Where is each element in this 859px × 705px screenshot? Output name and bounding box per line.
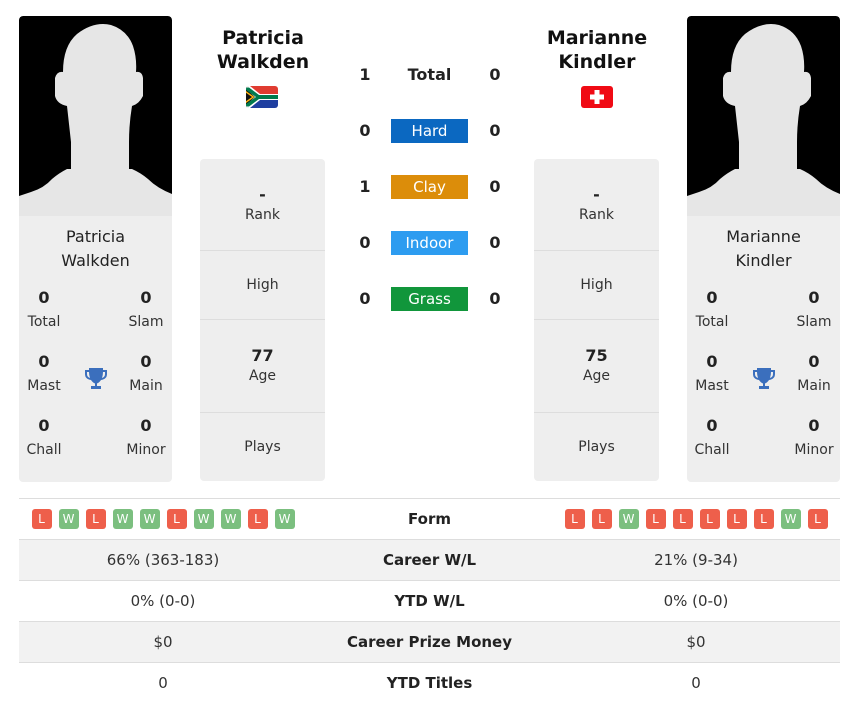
- p2-chall-titles: 0: [706, 416, 718, 435]
- player2-form: LLWLLLLLWL: [552, 499, 840, 539]
- p1-mast-titles: 0: [38, 352, 50, 371]
- form-loss-badge[interactable]: L: [726, 509, 747, 529]
- prize-money-row: $0 Career Prize Money $0: [19, 621, 840, 662]
- p2-career-wl: 21% (9-34): [654, 551, 738, 569]
- form-win-badge[interactable]: W: [780, 509, 801, 529]
- trophy-icon: [83, 365, 109, 391]
- p1-age-value: 77: [251, 346, 274, 365]
- career-wl-row: 66% (363-183) Career W/L 21% (9-34): [19, 539, 840, 580]
- form-win-badge[interactable]: W: [112, 509, 133, 529]
- form-loss-badge[interactable]: L: [85, 509, 106, 529]
- p1-ytd-wl: 0% (0-0): [130, 592, 196, 610]
- form-loss-badge[interactable]: L: [564, 509, 585, 529]
- form-win-badge[interactable]: W: [220, 509, 241, 529]
- player1-rank-panel: - Rank High 77 Age Plays: [200, 159, 325, 481]
- stats-table: LWLWWLWWLW Form LLWLLLLLWL 66% (363-183)…: [19, 498, 840, 703]
- form-win-badge[interactable]: W: [618, 509, 639, 529]
- form-loss-badge[interactable]: L: [807, 509, 828, 529]
- player2-name-link[interactable]: Marianne Kindler: [522, 26, 672, 74]
- player1-card: Patricia Walkden 0 Total 0 Slam 0 Mast 0 Mai…: [19, 16, 172, 482]
- career-wl-label: Career W/L: [382, 551, 477, 569]
- form-loss-badge[interactable]: L: [753, 509, 774, 529]
- form-row: LWLWWLWWLW Form LLWLLLLLWL: [19, 498, 840, 539]
- form-win-badge[interactable]: W: [58, 509, 79, 529]
- h2h-hard-row: 0 Hard 0: [350, 119, 510, 143]
- p1-chall-titles: 0: [38, 416, 50, 435]
- form-loss-badge[interactable]: L: [166, 509, 187, 529]
- ytd-titles-label: YTD Titles: [386, 674, 473, 692]
- form-loss-badge[interactable]: L: [645, 509, 666, 529]
- p1-minor-titles: 0: [140, 416, 152, 435]
- player2-card: Marianne Kindler 0 Total 0 Slam 0 Mast 0 Mai…: [687, 16, 840, 482]
- p1-main-titles: 0: [140, 352, 152, 371]
- player1-card-name[interactable]: Patricia Walkden: [19, 225, 172, 273]
- p1-ytd-titles: 0: [158, 674, 168, 692]
- p1-career-wl: 66% (363-183): [106, 551, 220, 569]
- player2-card-name[interactable]: Marianne Kindler: [687, 225, 840, 273]
- p2-age-value: 75: [585, 346, 608, 365]
- h2h-grass-row: 0 Grass 0: [350, 287, 510, 311]
- p1-total-titles: 0: [38, 288, 50, 307]
- p2-prize-money: $0: [686, 633, 706, 651]
- ytd-wl-label: YTD W/L: [394, 592, 465, 610]
- p1-rank-value: -: [259, 185, 266, 204]
- ytd-titles-row: 0 YTD Titles 0: [19, 662, 840, 703]
- p2-mast-titles: 0: [706, 352, 718, 371]
- h2h-clay-row: 1 Clay 0: [350, 175, 510, 199]
- p2-ytd-titles: 0: [691, 674, 701, 692]
- player2-photo: [687, 16, 840, 216]
- p2-slam-titles: 0: [808, 288, 820, 307]
- p2-minor-titles: 0: [808, 416, 820, 435]
- ytd-wl-row: 0% (0-0) YTD W/L 0% (0-0): [19, 580, 840, 621]
- player2-silhouette-icon: [687, 16, 840, 216]
- h2h-indoor-row: 0 Indoor 0: [350, 231, 510, 255]
- form-label: Form: [408, 510, 451, 528]
- grass-surface-badge[interactable]: Grass: [391, 287, 468, 311]
- trophy-icon: [751, 365, 777, 391]
- p1-slam-titles: 0: [140, 288, 152, 307]
- form-loss-badge[interactable]: L: [672, 509, 693, 529]
- hard-surface-badge[interactable]: Hard: [391, 119, 468, 143]
- form-loss-badge[interactable]: L: [247, 509, 268, 529]
- player2-rank-panel: - Rank High 75 Age Plays: [534, 159, 659, 481]
- p2-total-titles: 0: [706, 288, 718, 307]
- clay-surface-badge[interactable]: Clay: [391, 175, 468, 199]
- p2-main-titles: 0: [808, 352, 820, 371]
- form-loss-badge[interactable]: L: [31, 509, 52, 529]
- player1-silhouette-icon: [19, 16, 172, 216]
- south-africa-flag-icon: [246, 86, 278, 108]
- p2-rank-value: -: [593, 185, 600, 204]
- form-win-badge[interactable]: W: [274, 509, 295, 529]
- player1-form: LWLWWLWWLW: [19, 499, 307, 539]
- player1-photo: [19, 16, 172, 216]
- prize-money-label: Career Prize Money: [346, 633, 512, 651]
- player1-name-link[interactable]: Patricia Walkden: [188, 26, 338, 74]
- form-win-badge[interactable]: W: [193, 509, 214, 529]
- form-loss-badge[interactable]: L: [699, 509, 720, 529]
- p2-ytd-wl: 0% (0-0): [663, 592, 729, 610]
- h2h-total-row: 1 Total 0: [359, 65, 501, 84]
- form-win-badge[interactable]: W: [139, 509, 160, 529]
- indoor-surface-badge[interactable]: Indoor: [391, 231, 468, 255]
- p1-prize-money: $0: [153, 633, 173, 651]
- form-loss-badge[interactable]: L: [591, 509, 612, 529]
- switzerland-flag-icon: [581, 86, 613, 108]
